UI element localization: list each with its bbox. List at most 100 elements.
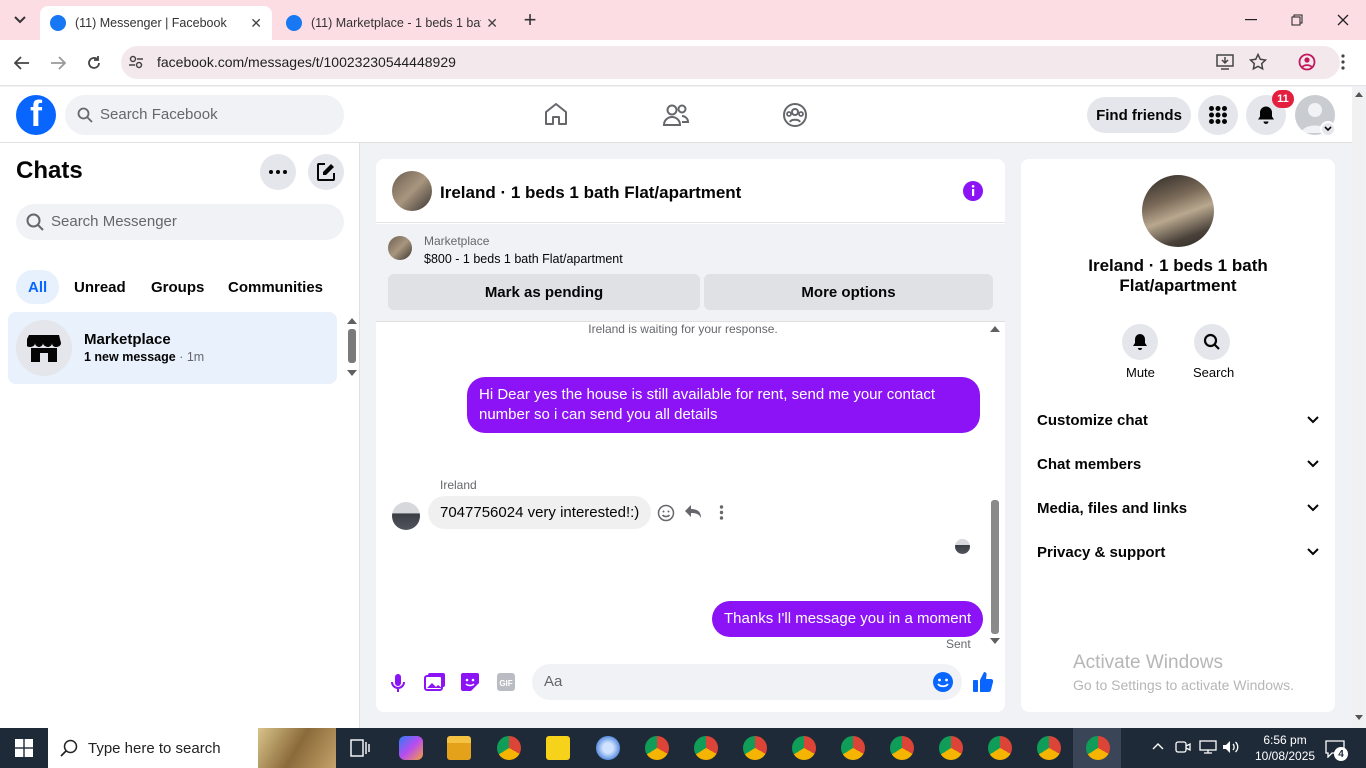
convo-scroll-down-icon[interactable] <box>990 638 1000 645</box>
windows-start-icon[interactable] <box>15 739 33 757</box>
chrome-profile-icon[interactable] <box>1086 736 1110 760</box>
filter-groups[interactable]: Groups <box>151 270 204 304</box>
filter-communities[interactable]: Communities <box>228 270 323 304</box>
gif-icon[interactable]: GIF <box>496 672 516 692</box>
facebook-logo[interactable]: f <box>16 95 56 135</box>
taskbar-search-box[interactable]: Type here to search <box>48 728 336 768</box>
tab-close-icon[interactable]: ✕ <box>486 15 498 32</box>
chrome-profile-icon[interactable] <box>988 736 1012 760</box>
emoji-icon[interactable] <box>932 671 954 693</box>
account-chevron-down-icon[interactable] <box>1320 121 1336 137</box>
more-icon <box>269 170 287 174</box>
mute-label: Mute <box>1126 365 1155 380</box>
facebook-search-input[interactable]: Search Facebook <box>65 95 344 135</box>
meet-now-icon[interactable] <box>1175 740 1191 754</box>
chatlist-scrollbar-thumb[interactable] <box>348 329 356 363</box>
listing-detail[interactable]: $800 - 1 beds 1 bath Flat/apartment <box>424 252 623 266</box>
filter-unread[interactable]: Unread <box>74 270 126 304</box>
browser-menu-icon[interactable] <box>1340 54 1346 70</box>
section-chat-members[interactable]: Chat members <box>1037 453 1319 475</box>
tab-close-icon[interactable]: ✕ <box>250 15 262 32</box>
section-customize-chat[interactable]: Customize chat <box>1037 409 1319 431</box>
convo-scroll-up-icon[interactable] <box>990 325 1000 332</box>
conversation-avatar[interactable] <box>392 171 432 211</box>
volume-icon[interactable] <box>1222 740 1240 754</box>
tab-search-chevron-icon[interactable] <box>8 8 32 32</box>
groups-icon[interactable] <box>782 102 808 128</box>
url-text[interactable]: facebook.com/messages/t/1002323054444892… <box>157 54 456 70</box>
conversation-title[interactable]: Ireland · 1 beds 1 bath Flat/apartment <box>440 183 741 203</box>
forward-arrow-icon[interactable] <box>47 52 69 74</box>
friends-icon[interactable] <box>662 102 690 128</box>
snipping-tool-icon[interactable] <box>596 736 620 760</box>
reload-icon[interactable] <box>83 52 105 74</box>
install-app-icon[interactable] <box>1216 54 1234 70</box>
microphone-icon[interactable] <box>389 672 407 694</box>
reply-icon[interactable] <box>684 504 702 520</box>
chrome-profile-icon[interactable] <box>939 736 963 760</box>
filter-all[interactable]: All <box>16 270 60 304</box>
chat-info-avatar[interactable] <box>1142 175 1214 247</box>
message-more-icon[interactable] <box>719 505 724 520</box>
chrome-profile-icon[interactable] <box>841 736 865 760</box>
task-view-icon[interactable] <box>350 739 370 757</box>
search-placeholder: Search Facebook <box>100 106 218 123</box>
chats-options-button[interactable] <box>260 154 296 190</box>
file-explorer-icon[interactable] <box>447 736 471 760</box>
messenger-search-input[interactable]: Search Messenger <box>16 204 344 240</box>
copilot-icon[interactable] <box>399 736 423 760</box>
profile-icon[interactable] <box>1298 53 1316 71</box>
scroll-down-icon[interactable] <box>1355 715 1363 721</box>
thumbs-up-icon[interactable] <box>972 671 994 693</box>
notification-center-badge: 4 <box>1334 747 1348 761</box>
chrome-profile-icon[interactable] <box>1037 736 1061 760</box>
chrome-profile-icon[interactable] <box>645 736 669 760</box>
sender-avatar[interactable] <box>392 502 420 530</box>
chrome-icon[interactable] <box>497 736 521 760</box>
page-scrollbar[interactable] <box>1353 90 1365 727</box>
outgoing-message[interactable]: Thanks I'll message you in a moment <box>712 601 984 637</box>
search-in-conversation-button[interactable] <box>1194 324 1230 360</box>
tab-marketplace[interactable]: (11) Marketplace - 1 beds 1 bat ✕ <box>276 6 508 40</box>
chatlist-scroll-down-icon[interactable] <box>347 370 357 377</box>
chatlist-scroll-up-icon[interactable] <box>347 317 357 324</box>
bookmark-star-icon[interactable] <box>1249 53 1267 71</box>
photo-icon[interactable] <box>424 672 446 692</box>
facebook-favicon-icon <box>50 15 66 31</box>
section-media-files-links[interactable]: Media, files and links <box>1037 497 1319 519</box>
home-icon[interactable] <box>543 101 569 127</box>
marketplace-avatar <box>16 320 72 376</box>
minimize-window-icon[interactable] <box>1239 8 1263 32</box>
chrome-profile-icon[interactable] <box>743 736 767 760</box>
sticky-notes-icon[interactable] <box>546 736 570 760</box>
new-tab-button[interactable]: + <box>518 7 542 32</box>
react-emoji-icon[interactable] <box>657 504 675 522</box>
search-label: Search <box>1193 365 1235 380</box>
close-window-icon[interactable] <box>1331 8 1355 32</box>
outgoing-message[interactable]: Hi Dear yes the house is still available… <box>467 377 980 433</box>
mark-as-pending-button[interactable]: Mark as pending <box>388 274 700 310</box>
find-friends-button[interactable]: Find friends <box>1087 97 1191 133</box>
message-input[interactable]: Aa <box>532 664 962 700</box>
tab-messenger[interactable]: (11) Messenger | Facebook ✕ <box>40 6 272 40</box>
taskbar-clock[interactable]: 6:56 pm 10/08/2025 <box>1255 732 1315 764</box>
network-icon[interactable] <box>1199 740 1217 754</box>
mute-button[interactable] <box>1122 324 1158 360</box>
section-privacy-support[interactable]: Privacy & support <box>1037 541 1319 563</box>
listing-thumbnail[interactable] <box>388 236 412 260</box>
chrome-profile-icon[interactable] <box>792 736 816 760</box>
scroll-up-icon[interactable] <box>1355 91 1363 97</box>
convo-scrollbar-thumb[interactable] <box>991 500 999 634</box>
more-options-button[interactable]: More options <box>704 274 993 310</box>
sticker-icon[interactable] <box>460 672 480 692</box>
menu-grid-button[interactable] <box>1198 95 1238 135</box>
incoming-message[interactable]: 7047756024 very interested!:) <box>428 496 652 529</box>
site-settings-icon[interactable] <box>128 54 144 70</box>
back-arrow-icon[interactable] <box>11 52 33 74</box>
tray-chevron-up-icon[interactable] <box>1152 742 1164 750</box>
new-message-button[interactable] <box>308 154 344 190</box>
info-icon[interactable] <box>962 180 984 202</box>
chrome-profile-icon[interactable] <box>694 736 718 760</box>
restore-window-icon[interactable] <box>1285 8 1309 32</box>
chrome-profile-icon[interactable] <box>890 736 914 760</box>
